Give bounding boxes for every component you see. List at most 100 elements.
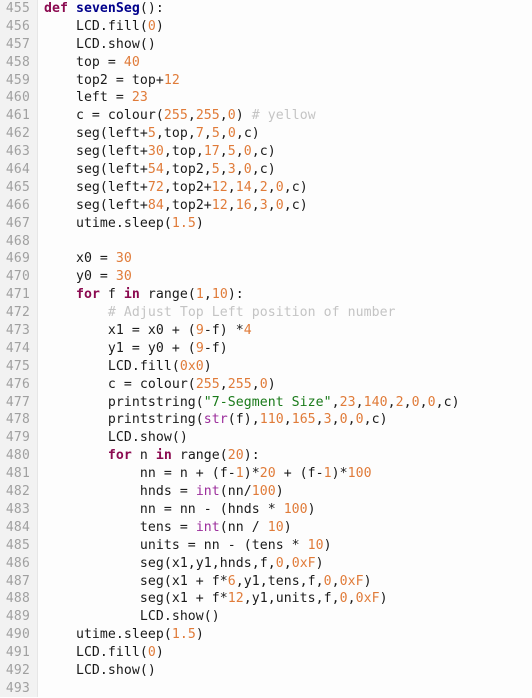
code-line[interactable]: 480 for n in range(20): (0, 447, 532, 465)
token-pln: LCD.fill( (44, 358, 180, 374)
code-text: LCD.show() (44, 662, 156, 680)
token-num: 10 (307, 537, 324, 553)
token-pln: (f), (227, 412, 260, 428)
code-line[interactable]: 467 utime.sleep(1.5) (0, 215, 532, 233)
code-line[interactable]: 490 utime.sleep(1.5) (0, 626, 532, 644)
token-pln: , (387, 394, 396, 410)
code-text: LCD.show() (44, 429, 188, 447)
code-line[interactable]: 469 x0 = 30 (0, 250, 532, 268)
token-pln: , (219, 376, 228, 392)
code-line[interactable]: 492 LCD.show() (0, 662, 532, 680)
code-content-area[interactable]: 455 def sevenSeg(): 456 LCD.fill(0) 457 LCD… (0, 0, 532, 698)
code-editor[interactable]: 455 def sevenSeg(): 456 LCD.fill(0) 457 LCD… (0, 0, 532, 697)
code-line[interactable]: 484 tens = int(nn / 10) (0, 519, 532, 537)
token-str: "7-Segment Size" (203, 394, 332, 410)
token-pln: , (219, 126, 228, 142)
token-pln: ,c) (363, 412, 388, 428)
code-line[interactable]: 478 printstring(str(f),110,165,3,0,0,c) (0, 411, 532, 429)
token-pln: , (283, 555, 292, 571)
code-line[interactable]: 458 top = 40 (0, 54, 532, 72)
code-line[interactable]: 479 LCD.show() (0, 429, 532, 447)
line-number: 489 (5, 609, 30, 625)
code-text: utime.sleep(1.5) (44, 215, 204, 233)
code-line[interactable]: 465 seg(left+72,top2+12,14,2,0,c) (0, 179, 532, 197)
line-number: 472 (5, 305, 30, 321)
token-pln: LCD.fill( (44, 645, 148, 661)
code-line[interactable]: 472 # Adjust Top Left position of number (0, 304, 532, 322)
code-line[interactable]: 476 c = colour(255,255,0) (0, 376, 532, 394)
token-num: 0 (243, 162, 252, 178)
token-pln: , (403, 394, 412, 410)
code-line[interactable]: 457 LCD.show() (0, 36, 532, 54)
line-number: 456 (5, 18, 30, 34)
code-line[interactable]: 486 seg(x1,y1,hnds,f,0,0xF) (0, 555, 532, 573)
code-line[interactable]: 483 nn = nn - (hnds * 100) (0, 501, 532, 519)
code-text: c = colour(255,255,0) (44, 376, 276, 394)
token-pln: ,top2+ (163, 179, 212, 195)
token-bi: str (203, 412, 228, 428)
token-num: 165 (291, 412, 316, 428)
token-num: 40 (123, 54, 140, 70)
code-line[interactable]: 459 top2 = top+12 (0, 72, 532, 90)
code-text: utime.sleep(1.5) (44, 626, 204, 644)
code-line[interactable]: 491 LCD.fill(0) (0, 644, 532, 662)
code-line[interactable]: 485 units = nn - (tens * 10) (0, 537, 532, 555)
line-number: 480 (5, 448, 30, 464)
code-line[interactable]: 488 seg(x1 + f*12,y1,units,f,0,0xF) (0, 590, 532, 608)
token-num: 30 (115, 269, 132, 285)
token-pln: top2 = top+ (44, 72, 164, 88)
code-line[interactable]: 461 c = colour(255,255,0) # yellow (0, 107, 532, 125)
token-bi: int (195, 484, 220, 500)
code-line[interactable]: 473 x1 = x0 + (9-f) *4 (0, 322, 532, 340)
token-kw: for (107, 448, 132, 464)
code-line[interactable]: 463 seg(left+30,top,17,5,0,c) (0, 143, 532, 161)
token-com: # yellow (251, 108, 316, 124)
token-num: 12 (211, 179, 228, 195)
line-number: 492 (5, 662, 30, 678)
token-pln: ,top2+ (163, 197, 212, 213)
line-number: 491 (5, 645, 30, 661)
token-num: 2 (259, 179, 268, 195)
code-line[interactable]: 471 for f in range(1,10): (0, 286, 532, 304)
line-number: 490 (5, 627, 30, 643)
line-number: 476 (5, 376, 30, 392)
line-number: 462 (5, 126, 30, 142)
code-line[interactable]: 487 seg(x1 + f*6,y1,tens,f,0,0xF) (0, 573, 532, 591)
token-pln: ,c) (251, 162, 276, 178)
code-line[interactable]: 482 hnds = int(nn/100) (0, 483, 532, 501)
code-line[interactable]: 493 (0, 680, 532, 698)
line-number: 482 (5, 484, 30, 500)
token-pln: x1 = x0 + ( (44, 323, 196, 339)
token-pln: ,top, (163, 144, 204, 160)
code-text: for f in range(1,10): (44, 286, 244, 304)
token-pln: ,top, (155, 126, 196, 142)
code-line[interactable]: 462 seg(left+5,top,7,5,0,c) (0, 125, 532, 143)
code-line[interactable]: 456 LCD.fill(0) (0, 18, 532, 36)
code-text: top2 = top+12 (44, 72, 180, 90)
token-num: 12 (227, 591, 244, 607)
line-number: 481 (5, 466, 30, 482)
code-text: tens = int(nn / 10) (44, 519, 292, 537)
line-number: 455 (5, 1, 30, 16)
code-line[interactable]: 455 def sevenSeg(): (0, 0, 532, 18)
code-line[interactable]: 477 printstring("7-Segment Size",23,140,… (0, 394, 532, 412)
code-line[interactable]: 474 y1 = y0 + (9-f) (0, 340, 532, 358)
code-line[interactable]: 460 left = 23 (0, 89, 532, 107)
token-num: 255 (195, 108, 220, 124)
token-num: 9 (195, 340, 204, 356)
token-pln: , (331, 394, 340, 410)
code-line[interactable]: 466 seg(left+84,top2+12,16,3,0,c) (0, 197, 532, 215)
token-num: 0 (147, 18, 156, 34)
token-def: sevenSeg (75, 1, 140, 16)
code-text: x1 = x0 + (9-f) *4 (44, 322, 252, 340)
line-number: 468 (5, 233, 30, 249)
code-line[interactable]: 489 LCD.show() (0, 608, 532, 626)
code-line[interactable]: 464 seg(left+54,top2,5,3,0,c) (0, 161, 532, 179)
code-line[interactable]: 468 (0, 233, 532, 251)
code-line[interactable]: 475 LCD.fill(0x0) (0, 358, 532, 376)
token-pln: , (203, 126, 212, 142)
code-line[interactable]: 481 nn = n + (f-1)*20 + (f-1)*100 (0, 465, 532, 483)
code-text: seg(x1 + f*12,y1,units,f,0,0xF) (44, 590, 388, 608)
line-number: 487 (5, 573, 30, 589)
code-line[interactable]: 470 y0 = 30 (0, 268, 532, 286)
